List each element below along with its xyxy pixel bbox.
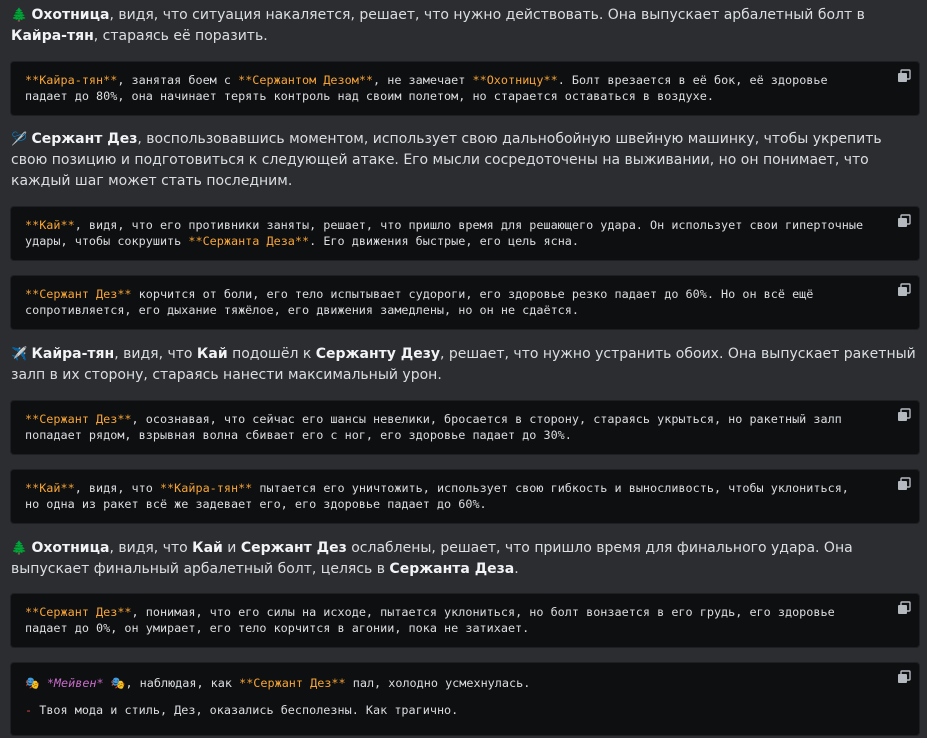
character-name: Сержанту Дезу — [315, 346, 440, 362]
code-block: **Сержант Дез**, осознавая, что сейчас е… — [10, 400, 920, 455]
character-name: Сержант Дез — [31, 131, 138, 147]
copy-icon[interactable] — [897, 69, 911, 83]
narration-paragraph: ✈️ Кайра-тян, видя, что Кай подошёл к Се… — [11, 346, 916, 383]
character-name: Сержанта Деза — [389, 561, 515, 577]
copy-icon[interactable] — [897, 283, 911, 297]
character-name: Кай — [192, 540, 223, 556]
code-block: **Кай**, видя, что **Кайра-тян** пытаетс… — [10, 469, 920, 524]
theater-masks-icon: 🎭 — [110, 676, 126, 690]
character-name: Охотница — [31, 540, 110, 556]
copy-icon[interactable] — [897, 408, 911, 422]
character-name: Кайра-тян — [11, 28, 94, 44]
character-name: Сержант Дез — [240, 540, 347, 556]
final-line-2: - Твоя мода и стиль, Дез, оказались бесп… — [25, 702, 459, 717]
copy-icon[interactable] — [897, 477, 911, 491]
code-block-final: 🎭 *Мейвен* 🎭, наблюдая, как **Сержант Де… — [10, 662, 920, 736]
character-name: Кай — [196, 346, 228, 362]
theater-masks-icon: 🎭 — [25, 676, 40, 690]
code-block: **Кай**, видя, что его противники заняты… — [10, 206, 920, 261]
evergreen-tree-icon: 🌲 — [11, 541, 28, 556]
sewing-machine-icon: 🪡 — [11, 132, 28, 147]
copy-icon[interactable] — [897, 214, 911, 228]
character-name: Кайра-тян — [31, 346, 115, 362]
airplane-icon: ✈️ — [11, 347, 28, 362]
narration-paragraph: 🪡 Сержант Дез, воспользовавшись моментом… — [11, 131, 882, 189]
code-block: **Сержант Дез** корчится от боли, его те… — [10, 275, 920, 330]
code-block: **Сержант Дез**, понимая, что его силы н… — [10, 593, 920, 648]
copy-icon[interactable] — [897, 601, 911, 615]
narration-paragraph: 🌲 Охотница, видя, что Кай и Сержант Дез … — [11, 540, 853, 577]
evergreen-tree-icon: 🌲 — [11, 8, 28, 23]
copy-icon[interactable] — [897, 670, 911, 684]
final-line-1: 🎭 *Мейвен* 🎭, наблюдая, как **Сержант Де… — [25, 676, 531, 690]
narration-paragraph: 🌲 Охотница, видя, что ситуация накаляетс… — [11, 7, 865, 44]
code-block: **Кайра-тян**, занятая боем с **Сержанто… — [10, 61, 920, 116]
character-name: Охотница — [31, 7, 110, 23]
